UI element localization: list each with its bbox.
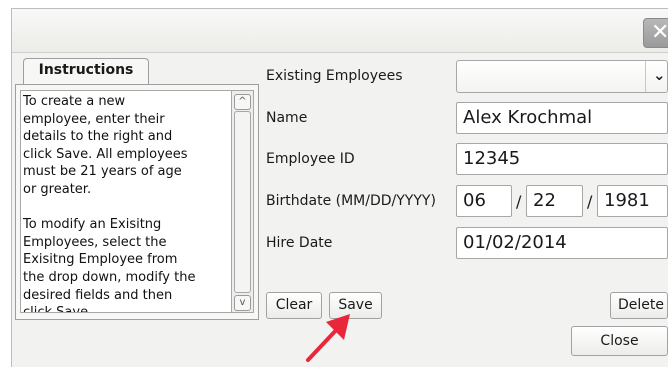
date-separator: /: [587, 192, 593, 211]
employee-id-field[interactable]: 12345: [456, 143, 668, 175]
delete-button[interactable]: Delete: [610, 292, 668, 319]
existing-employees-dropdown[interactable]: ⌄: [456, 60, 668, 93]
birth-day-field[interactable]: 22: [526, 185, 583, 217]
existing-employees-label: Existing Employees: [266, 68, 403, 84]
instructions-scrollbar[interactable]: ^ v: [232, 90, 254, 313]
birth-month-field[interactable]: 06: [456, 185, 512, 217]
date-separator: /: [516, 192, 522, 211]
chevron-down-icon[interactable]: ⌄: [653, 66, 666, 84]
employee-id-label: Employee ID: [266, 151, 355, 167]
scroll-thumb[interactable]: [234, 111, 251, 293]
close-button[interactable]: Close: [571, 326, 668, 356]
title-bar: ✕: [12, 9, 668, 53]
instructions-tab[interactable]: Instructions: [23, 58, 149, 84]
scroll-up-icon[interactable]: ^: [234, 94, 251, 110]
instructions-text: To create a new employee, enter their de…: [20, 90, 232, 313]
birthdate-label: Birthdate (MM/DD/YYYY): [266, 193, 436, 209]
birth-year-field[interactable]: 1981: [597, 185, 668, 217]
scroll-down-icon[interactable]: v: [234, 295, 251, 311]
dropdown-divider: [645, 61, 646, 92]
hire-date-label: Hire Date: [266, 235, 333, 251]
name-field[interactable]: Alex Krochmal: [456, 102, 668, 134]
window-close-icon[interactable]: ✕: [643, 18, 668, 48]
annotation-arrow-icon: [306, 314, 350, 362]
name-label: Name: [266, 110, 308, 126]
hire-date-field[interactable]: 01/02/2014: [456, 227, 668, 259]
